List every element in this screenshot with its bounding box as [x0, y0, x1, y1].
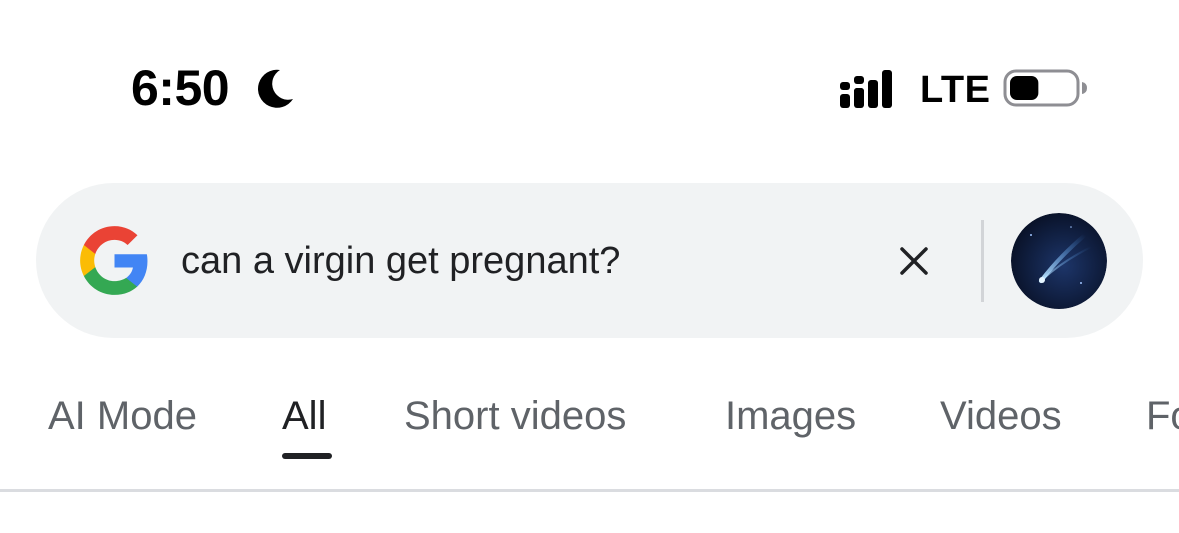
moon-icon — [257, 69, 293, 108]
tab-ai-mode[interactable]: AI Mode — [48, 390, 197, 442]
network-type: LTE — [920, 69, 991, 111]
status-time: 6:50 — [131, 60, 230, 116]
close-icon[interactable] — [892, 239, 936, 283]
google-g-logo — [80, 226, 148, 295]
cellular-signal-icon — [840, 70, 892, 108]
battery-icon — [1003, 69, 1087, 107]
search-tabs: AI Mode All Short videos Images Videos F… — [0, 380, 1179, 490]
tab-more-clipped[interactable]: Fo — [1146, 390, 1179, 442]
search-divider — [981, 220, 984, 302]
tab-videos[interactable]: Videos — [940, 390, 1062, 442]
profile-avatar[interactable] — [1011, 213, 1107, 309]
search-query-text[interactable]: can a virgin get pregnant? — [181, 237, 620, 285]
tab-all[interactable]: All — [282, 390, 326, 442]
tab-images[interactable]: Images — [725, 390, 856, 442]
tabs-divider — [0, 489, 1179, 492]
search-bar[interactable]: can a virgin get pregnant? — [36, 183, 1143, 338]
tab-short-videos[interactable]: Short videos — [404, 390, 626, 442]
google-search-screen: 6:50 LTE can a virgin get pregnant? AI M… — [0, 0, 1179, 533]
active-tab-indicator — [282, 453, 332, 459]
